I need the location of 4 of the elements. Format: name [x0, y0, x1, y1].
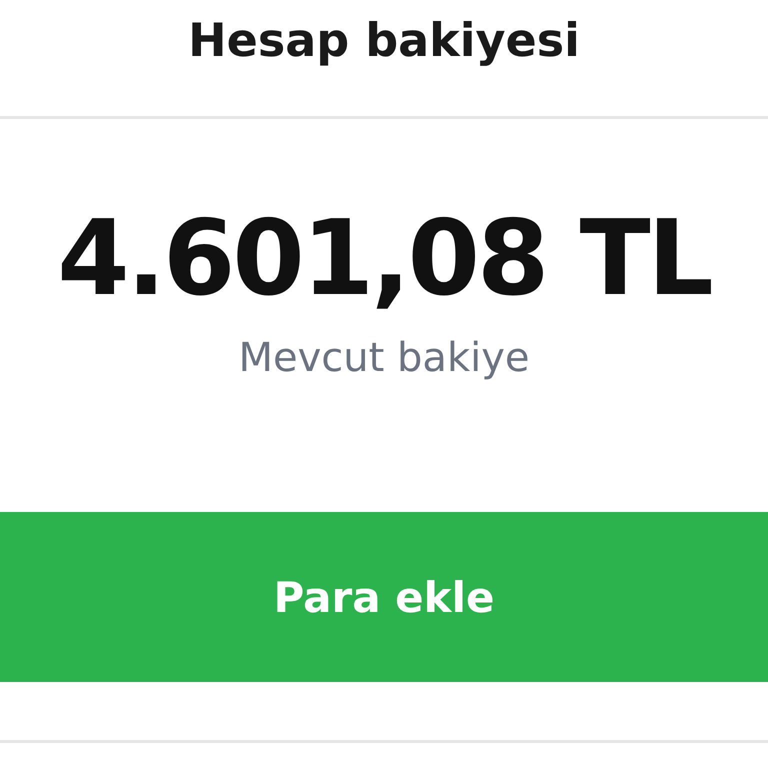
balance-amount: 4.601,08 TL: [57, 196, 711, 321]
add-money-button[interactable]: Para ekle: [0, 512, 768, 682]
balance-caption: Mevcut bakiye: [238, 334, 530, 383]
page-title: Hesap bakiyesi: [188, 12, 580, 69]
